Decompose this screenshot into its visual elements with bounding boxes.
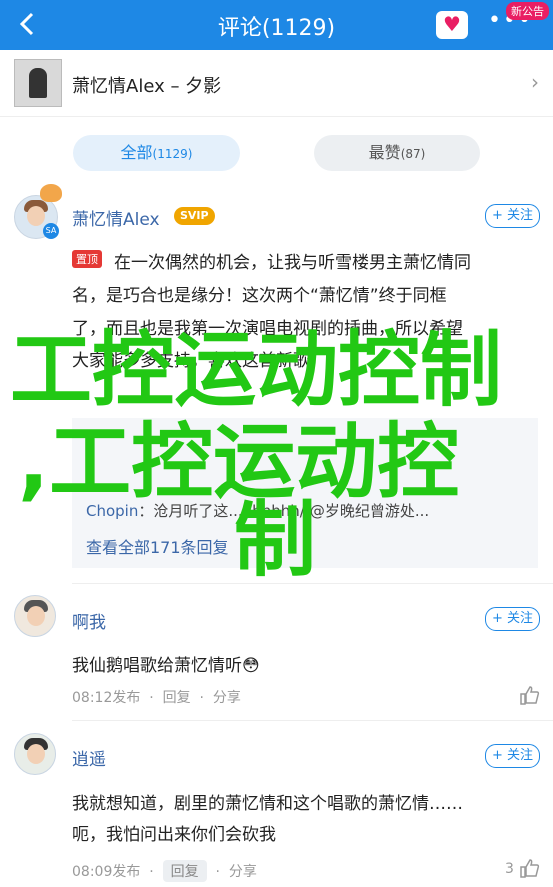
tab-all-label: 全部 (120, 143, 153, 162)
top-bar: 评论(1129) ♥ ••• 新公告 (0, 0, 553, 50)
tab-all-count: (1129) (152, 147, 193, 161)
follow-button[interactable]: + 关注 (485, 607, 540, 631)
follow-button[interactable]: + 关注 (485, 744, 540, 768)
comment-text-line: 我仙鹅唱歌给萧忆情听😳 (72, 656, 260, 676)
tab-hot[interactable]: 最赞(87) (314, 135, 480, 171)
comment-meta: 08:09发布 · 回复 · 分享 (72, 860, 257, 882)
watermark-text: 工控运动控制 (10, 323, 503, 418)
avatar[interactable] (14, 733, 56, 775)
avatar[interactable] (14, 595, 56, 637)
watermark-text: ,工控运动控 (18, 415, 460, 510)
page-title: 评论(1129) (217, 16, 336, 41)
verified-icon: SA (43, 223, 59, 239)
comment-text-line: 在一次偶然的机会，让我与听雪楼男主萧忆情同 (114, 253, 471, 273)
share-button[interactable]: 分享 (213, 690, 241, 706)
song-name: 萧忆情Alex – 夕影 (72, 76, 222, 97)
svip-badge: SVIP (174, 207, 215, 225)
tab-hot-count: (87) (400, 147, 426, 161)
view-all-replies-link[interactable]: 查看全部171条回复 (86, 534, 229, 558)
comment-meta: 08:12发布 · 回复 · 分享 (72, 690, 241, 706)
comment-time: 08:12发布 (72, 690, 141, 706)
comment-text-line: 名，是巧合也是缘分！这次两个“萧忆情”终于同框 (72, 286, 447, 306)
reply-button[interactable]: 回复 (163, 690, 191, 706)
comment-tabs: 全部(1129) 最赞(87) (0, 117, 553, 179)
notice-badge: 新公告 (506, 2, 549, 20)
thumbs-up-icon[interactable] (518, 857, 540, 879)
comment-text-line: 呃，我怕问出来你们会砍我 (72, 825, 276, 845)
song-cover-image (14, 59, 62, 107)
comment-user[interactable]: 啊我 (72, 608, 106, 633)
like-count: 3 (505, 861, 514, 877)
chevron-right-icon: › (531, 70, 539, 94)
comment-user[interactable]: 逍遥 (72, 745, 106, 770)
divider (72, 720, 553, 721)
tab-all[interactable]: 全部(1129) (73, 135, 240, 171)
song-row[interactable]: 萧忆情Alex – 夕影 › (0, 50, 553, 117)
tab-hot-label: 最赞 (368, 143, 401, 162)
share-button[interactable]: 分享 (229, 864, 257, 880)
fox-icon (40, 184, 62, 202)
comment-text-line: 我就想知道，剧里的萧忆情和这个唱歌的萧忆情…… (72, 794, 463, 814)
thumbs-up-icon[interactable] (518, 684, 540, 706)
comment-user[interactable]: 萧忆情Alex (72, 205, 160, 230)
watermark-text: 制 (234, 493, 317, 588)
heart-icon[interactable]: ♥ (436, 11, 468, 39)
reply-button[interactable]: 回复 (162, 860, 207, 882)
comment-time: 08:09发布 (72, 864, 141, 880)
pinned-badge: 置顶 (72, 250, 102, 268)
follow-button[interactable]: + 关注 (485, 204, 540, 228)
